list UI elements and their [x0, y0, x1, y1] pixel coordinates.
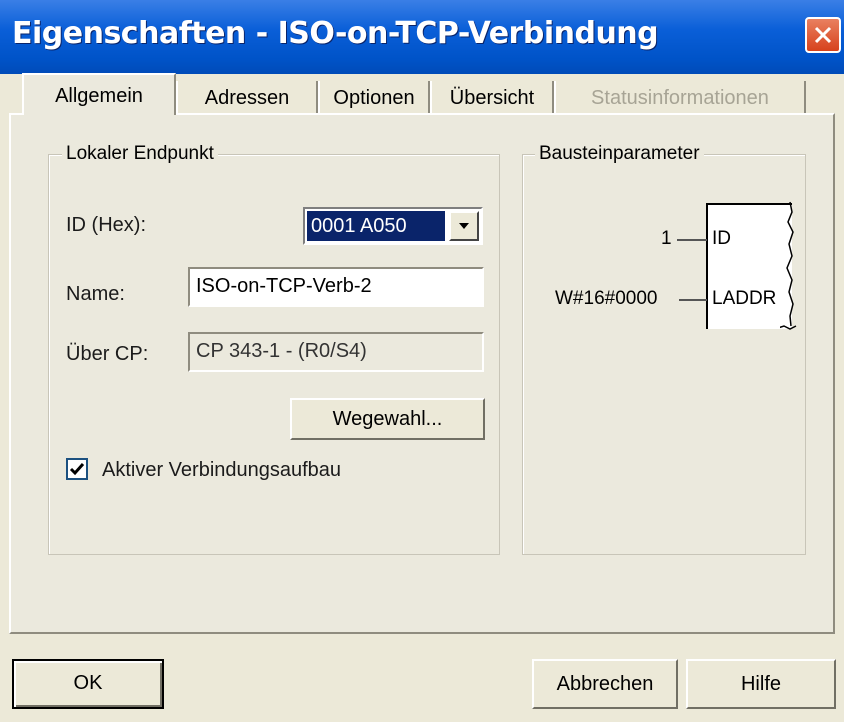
local-endpoint-legend: Lokaler Endpunkt	[62, 143, 218, 165]
tab-optionen[interactable]: Optionen	[318, 81, 430, 115]
help-button[interactable]: Hilfe	[686, 659, 836, 709]
window-title: Eigenschaften - ISO-on-TCP-Verbindung	[12, 16, 659, 51]
dropdown-button[interactable]	[449, 211, 479, 241]
pin-id-value: 1	[661, 228, 672, 249]
pin-laddr-value: W#16#0000	[555, 288, 658, 309]
tab-adressen[interactable]: Adressen	[176, 81, 318, 115]
tab-statusinformationen: Statusinformationen	[554, 81, 806, 115]
name-label: Name:	[66, 283, 125, 305]
tab-allgemein[interactable]: Allgemein	[22, 73, 176, 115]
block-params-legend: Bausteinparameter	[535, 143, 704, 165]
cp-label: Über CP:	[66, 343, 149, 365]
pin-laddr-label: LADDR	[712, 288, 777, 309]
close-icon	[814, 26, 832, 44]
pin-id-label: ID	[712, 228, 731, 249]
name-input[interactable]: ISO-on-TCP-Verb-2	[188, 267, 484, 307]
active-connection-label: Aktiver Verbindungsaufbau	[102, 459, 342, 481]
active-connection-checkbox[interactable]	[66, 458, 88, 480]
tab-uebersicht[interactable]: Übersicht	[430, 81, 554, 115]
id-select[interactable]: 0001 A050	[303, 207, 483, 245]
check-icon	[69, 463, 85, 476]
ok-button[interactable]: OK	[12, 659, 164, 709]
title-bar[interactable]: Eigenschaften - ISO-on-TCP-Verbindung	[0, 0, 844, 74]
chevron-down-icon	[459, 223, 469, 229]
id-value: 0001 A050	[307, 211, 445, 241]
pin-laddr-line	[679, 299, 707, 301]
block-torn-edge	[780, 201, 797, 330]
cancel-button[interactable]: Abbrechen	[532, 659, 678, 709]
pin-id-line	[677, 239, 707, 241]
id-label: ID (Hex):	[66, 214, 146, 236]
route-button[interactable]: Wegewahl...	[290, 398, 485, 440]
cp-field: CP 343-1 - (R0/S4)	[188, 332, 484, 372]
close-button[interactable]	[805, 17, 841, 53]
